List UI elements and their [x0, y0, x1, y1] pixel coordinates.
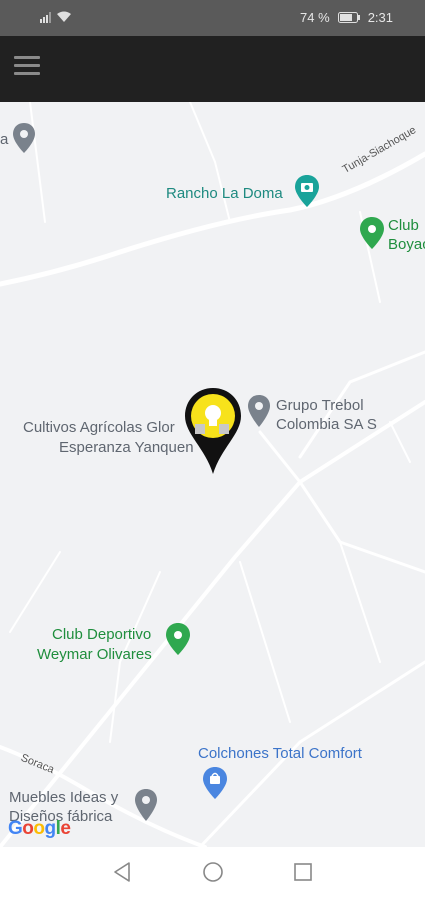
map-view[interactable]: a Tunja-Siachoque Rancho La Doma Club Bo…: [0, 102, 425, 847]
hamburger-menu-icon[interactable]: [14, 56, 40, 80]
place-pin-icon[interactable]: [12, 122, 36, 154]
place-pin-icon[interactable]: [247, 394, 271, 428]
clock: 2:31: [367, 10, 393, 25]
recents-icon[interactable]: [293, 861, 313, 883]
road-small-7: [389, 421, 411, 463]
place-label-club-top[interactable]: Club: [388, 216, 419, 235]
app-bar: [0, 36, 425, 102]
google-logo: Google: [8, 818, 71, 839]
road-small-5: [239, 561, 291, 723]
camera-pin-icon[interactable]: [294, 174, 320, 208]
place-label-cultivos[interactable]: Cultivos Agrícolas Glor: [23, 418, 175, 437]
place-label-club-deportivo-2[interactable]: Weymar Olivares: [37, 645, 152, 664]
status-icons: [40, 11, 72, 23]
place-label-cultivos-2[interactable]: Esperanza Yanquen: [59, 438, 194, 457]
road-small-8: [9, 551, 61, 633]
system-nav-bar: [0, 847, 425, 900]
club-pin-icon[interactable]: [165, 622, 191, 656]
status-bar: 74 % 2:31: [0, 0, 425, 36]
back-icon[interactable]: [112, 861, 132, 883]
shopping-pin-icon[interactable]: [202, 766, 228, 800]
club-pin-icon[interactable]: [359, 216, 385, 250]
road-small-6: [339, 541, 381, 663]
signal-icon: [40, 12, 51, 23]
place-label[interactable]: a: [0, 130, 8, 149]
status-right: 74 % 2:31: [300, 10, 393, 25]
road-small-2: [29, 102, 46, 223]
battery-percent: 74 %: [300, 10, 330, 25]
place-label-colchones[interactable]: Colchones Total Comfort: [198, 744, 362, 763]
place-label-rancho[interactable]: Rancho La Doma: [166, 184, 283, 203]
place-label-muebles[interactable]: Muebles Ideas y: [9, 788, 118, 807]
place-label-grupo-trebol[interactable]: Grupo Trebol: [276, 396, 364, 415]
place-label-club-deportivo[interactable]: Club Deportivo: [52, 625, 151, 644]
place-pin-icon[interactable]: [134, 788, 158, 822]
place-label-club-top-2[interactable]: Boyac: [388, 235, 425, 254]
battery-icon: [337, 12, 360, 23]
road-small-3: [189, 102, 231, 223]
wifi-icon: [57, 11, 71, 22]
home-icon[interactable]: [202, 861, 224, 883]
location-marker-icon[interactable]: [183, 386, 243, 476]
place-label-grupo-trebol-2[interactable]: Colombia SA S: [276, 415, 377, 434]
